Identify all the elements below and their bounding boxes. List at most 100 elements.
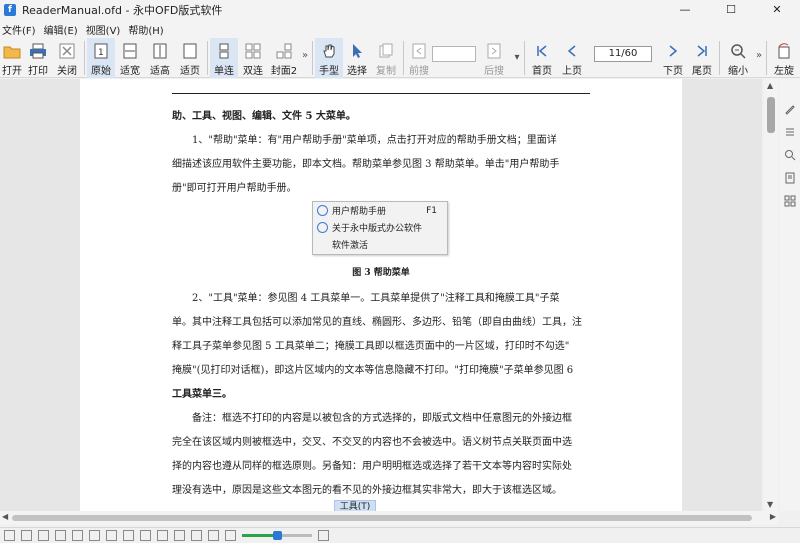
text-line: 助、工具、视图、编辑、文件 5 大菜单。	[172, 111, 356, 122]
folder-icon	[3, 42, 21, 60]
scroll-up-icon[interactable]: ▲	[767, 81, 773, 90]
fit-height-button[interactable]: 适高	[145, 38, 175, 78]
close-doc-icon	[58, 42, 76, 60]
horizontal-scroll-thumb[interactable]	[12, 515, 752, 521]
cover-two-button[interactable]: 封面2	[268, 38, 300, 78]
pen-icon[interactable]	[784, 103, 796, 118]
document-viewport[interactable]: 助、工具、视图、编辑、文件 5 大菜单。 1、"帮助"菜单：有"用户帮助手册"菜…	[0, 79, 762, 511]
window-controls: — ☐ ✕	[662, 0, 800, 20]
double-page-icon	[244, 42, 262, 60]
layout-icon[interactable]	[4, 530, 15, 541]
select-tool-button[interactable]: 选择	[343, 38, 371, 78]
forward-button[interactable]: 后搜	[476, 38, 512, 78]
close-doc-button[interactable]: 关闭	[52, 38, 82, 78]
thumbnails-icon[interactable]	[784, 195, 796, 210]
scroll-left-icon[interactable]: ◀	[2, 512, 8, 521]
minimize-icon[interactable]: —	[662, 0, 708, 20]
toolbar-separator	[719, 41, 720, 75]
vertical-scrollbar[interactable]: ▲ ▼	[764, 79, 778, 511]
search-icon[interactable]	[784, 149, 796, 164]
zoom-slider-fill	[242, 534, 277, 537]
page-number-input[interactable]: 11/60	[594, 46, 652, 62]
search-history-field[interactable]	[432, 46, 476, 62]
document-page: 助、工具、视图、编辑、文件 5 大菜单。 1、"帮助"菜单：有"用户帮助手册"菜…	[80, 79, 682, 511]
status-bar	[0, 527, 800, 543]
first-page-icon	[533, 42, 551, 60]
text-line: 工具菜单三。	[172, 389, 232, 400]
open-button[interactable]: 打开	[0, 38, 24, 78]
toolbar-separator	[766, 41, 767, 75]
nav-back-icon[interactable]	[191, 530, 202, 541]
copy-button[interactable]: 复制	[371, 38, 401, 78]
zoom-in-small-icon[interactable]	[318, 530, 329, 541]
zoom-slider[interactable]	[242, 531, 312, 540]
menu-bar: 文件(F) 编辑(E) 视图(V) 帮助(H)	[0, 20, 800, 38]
single-page-icon	[215, 42, 233, 60]
list-icon[interactable]	[784, 126, 796, 141]
print-button[interactable]: 打印	[24, 38, 52, 78]
toolbar-separator	[84, 41, 85, 75]
svg-text:1: 1	[98, 48, 104, 58]
forward-dropdown-icon[interactable]: ▾	[512, 38, 522, 63]
fit-width-button[interactable]: 适宽	[115, 38, 145, 78]
next-page-button[interactable]: 下页	[659, 38, 687, 78]
double-continuous-button[interactable]: 双连	[238, 38, 268, 78]
original-size-icon: 1	[92, 42, 110, 60]
maximize-icon[interactable]: ☐	[708, 0, 754, 20]
text-line: 细描述该应用软件主要功能，即本文档。帮助菜单参见图 3 帮助菜单。单击"用户帮助…	[172, 159, 560, 170]
menu-file[interactable]: 文件(F)	[0, 22, 42, 37]
vertical-scroll-thumb[interactable]	[767, 97, 775, 133]
text-line: 掩膜"(见打印对话框)，即这片区域内的文本等信息隐藏不打印。"打印掩膜"子菜单参…	[172, 365, 574, 376]
text-line: 理没有选中，原因是这些文本图元的看不见的外接边框其实非常大，即大于该框选区域。	[172, 485, 562, 496]
next-page-small-icon[interactable]	[157, 530, 168, 541]
fit-width-icon	[121, 42, 139, 60]
menu-help[interactable]: 帮助(H)	[126, 22, 169, 37]
first-page-button[interactable]: 首页	[527, 38, 557, 78]
more-chevron-icon[interactable]: »	[754, 38, 764, 61]
close-icon[interactable]: ✕	[754, 0, 800, 20]
zoom-slider-knob[interactable]	[273, 531, 282, 540]
zoom-out-icon	[729, 42, 747, 60]
figure-menu-item: 软件激活	[332, 241, 369, 251]
menu-view[interactable]: 视图(V)	[84, 22, 127, 37]
rotate-left-button[interactable]: 左旋	[769, 38, 799, 78]
fit-icon[interactable]	[21, 530, 32, 541]
original-size-button[interactable]: 1 原始	[87, 38, 115, 78]
single-continuous-button[interactable]: 单连	[210, 38, 238, 78]
text-line: 2、"工具"菜单：参见图 4 工具菜单一。工具菜单提供了"注释工具和掩膜工具"子…	[192, 293, 560, 304]
app-icon: f	[4, 4, 16, 16]
scroll-down-icon[interactable]: ▼	[767, 500, 773, 509]
fit-height-icon	[151, 42, 169, 60]
horizontal-scrollbar[interactable]: ◀ ▶	[0, 511, 778, 525]
bookmark-icon[interactable]	[784, 172, 796, 187]
help-menu-figure: 用户帮助手册 F1 关于永中版式办公软件 软件激活	[312, 201, 448, 255]
page-view-icon[interactable]	[72, 530, 83, 541]
first-page-small-icon[interactable]	[123, 530, 134, 541]
hand-tool-button[interactable]: 手型	[315, 38, 343, 78]
prev-page-button[interactable]: 上页	[557, 38, 587, 78]
text-line: 择的内容也遵从同样的框选原则。另备知：用户明明框选或选择了若干文本等内容时实际处	[172, 461, 572, 472]
page-header-rule	[172, 93, 590, 94]
more-chevron-icon[interactable]: »	[300, 38, 310, 61]
zoom-out-button[interactable]: 缩小	[722, 38, 754, 78]
toolbar-separator	[524, 41, 525, 75]
grid-view-icon[interactable]	[106, 530, 117, 541]
cover-page-icon	[275, 42, 293, 60]
prev-page-small-icon[interactable]	[140, 530, 151, 541]
two-page-icon[interactable]	[89, 530, 100, 541]
scroll-right-icon[interactable]: ▶	[770, 512, 776, 521]
menu-edit[interactable]: 编辑(E)	[42, 22, 84, 37]
expand-icon[interactable]	[55, 530, 66, 541]
help-icon	[317, 205, 328, 216]
fullscreen-icon[interactable]	[38, 530, 49, 541]
window-title: ReaderManual.ofd - 永中OFD版式软件	[22, 4, 223, 17]
zoom-out-small-icon[interactable]	[225, 530, 236, 541]
last-page-small-icon[interactable]	[174, 530, 185, 541]
toolbar: 打开 打印 关闭 1 原始 适宽 适高 适页 单连 双连 封面2 » 手型 选择…	[0, 38, 800, 78]
nav-forward-icon[interactable]	[208, 530, 219, 541]
back-button[interactable]: 前搜	[406, 38, 432, 78]
last-page-button[interactable]: 尾页	[687, 38, 717, 78]
figure-menu-item: 关于永中版式办公软件	[313, 219, 447, 236]
prev-page-icon	[563, 42, 581, 60]
fit-page-button[interactable]: 适页	[175, 38, 205, 78]
